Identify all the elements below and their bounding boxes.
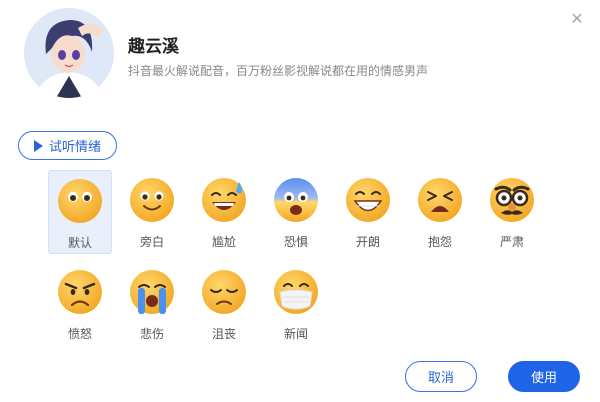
emotion-option-default[interactable]: 默认 <box>48 170 112 254</box>
emotion-label: 抱怨 <box>427 235 452 249</box>
grinning-face-icon <box>346 178 390 222</box>
neutral-face-icon <box>58 179 102 223</box>
emotion-label: 恐惧 <box>283 235 308 249</box>
emotion-option-awkward[interactable]: 尴尬 <box>192 170 256 254</box>
cancel-button[interactable]: 取消 <box>405 361 477 392</box>
close-icon[interactable]: ✕ <box>568 10 586 28</box>
emotion-label: 严肃 <box>499 235 524 249</box>
smiling-face-icon <box>130 178 174 222</box>
emotion-grid: 默认 旁白 尴尬 恐惧 开朗 抱怨 严肃 愤怒 悲伤 沮丧 新闻 <box>46 170 546 350</box>
persevering-face-icon <box>418 178 462 222</box>
emotion-option-depressed[interactable]: 沮丧 <box>192 262 256 346</box>
masked-face-icon <box>274 270 318 314</box>
emotion-label: 旁白 <box>139 235 164 249</box>
emotion-option-cheerful[interactable]: 开朗 <box>336 170 400 254</box>
emotion-label: 沮丧 <box>211 327 236 341</box>
emotion-option-complain[interactable]: 抱怨 <box>408 170 472 254</box>
voice-name: 趣云溪 <box>128 37 179 57</box>
emotion-label: 愤怒 <box>67 327 92 341</box>
emotion-label: 新闻 <box>283 327 308 341</box>
emotion-option-fear[interactable]: 恐惧 <box>264 170 328 254</box>
emotion-option-angry[interactable]: 愤怒 <box>48 262 112 346</box>
emotion-label: 尴尬 <box>211 235 236 249</box>
emotion-option-sad[interactable]: 悲伤 <box>120 262 184 346</box>
disguised-face-icon <box>490 178 534 222</box>
play-icon <box>33 139 43 152</box>
pensive-face-icon <box>202 270 246 314</box>
preview-emotion-button[interactable]: 试听情绪 <box>18 131 117 160</box>
grinning-sweat-face-icon <box>202 178 246 222</box>
voice-description: 抖音最火解说配音，百万粉丝影视解说都在用的情感男声 <box>128 64 429 78</box>
angry-face-icon <box>58 270 102 314</box>
crying-face-icon <box>130 270 174 314</box>
avatar <box>24 8 114 98</box>
emotion-option-narration[interactable]: 旁白 <box>120 170 184 254</box>
emotion-label: 开朗 <box>355 235 380 249</box>
use-button[interactable]: 使用 <box>508 361 580 392</box>
emotion-option-serious[interactable]: 严肃 <box>480 170 544 254</box>
voice-emotion-dialog: ✕ 趣云溪 抖音最火解说配音，百万粉丝影视解说都在用的情感男声 试听情绪 默认 … <box>0 0 600 402</box>
preview-button-label: 试听情绪 <box>48 140 101 155</box>
fearful-face-icon <box>274 178 318 222</box>
emotion-label: 悲伤 <box>139 327 164 341</box>
emotion-option-news[interactable]: 新闻 <box>264 262 328 346</box>
emotion-label: 默认 <box>67 236 92 250</box>
